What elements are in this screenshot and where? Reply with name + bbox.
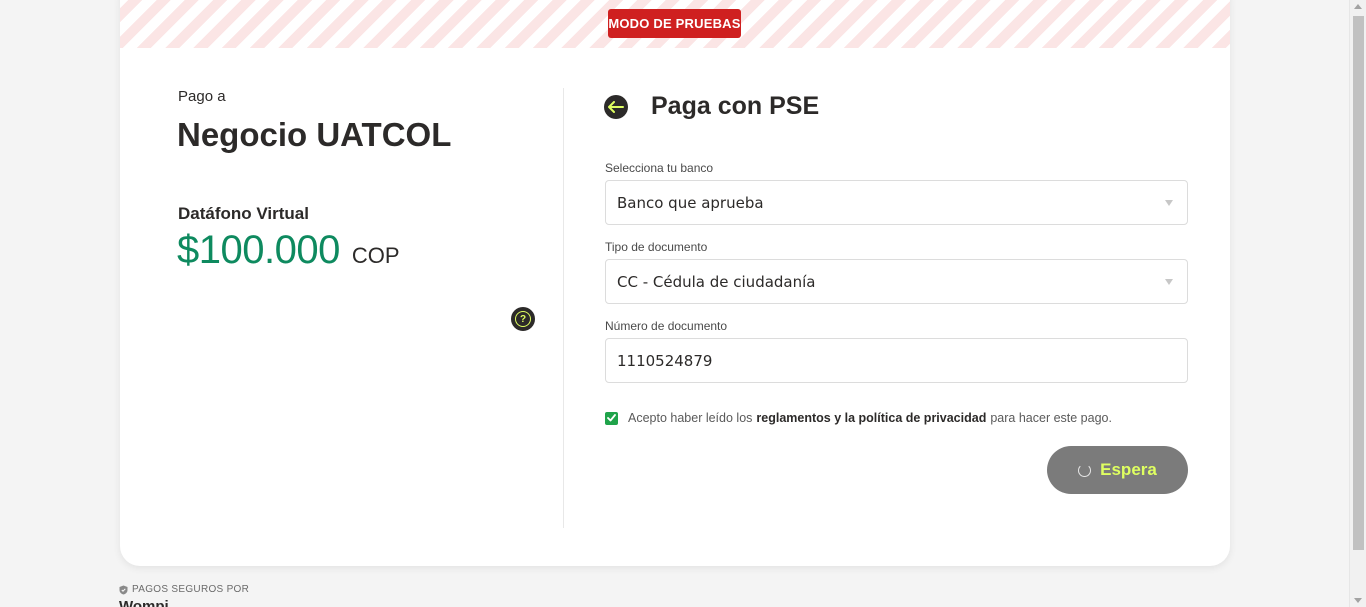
- submit-label: Espera: [1100, 460, 1157, 479]
- doc-type-select-value: CC - Cédula de ciudadanía: [617, 272, 816, 291]
- merchant-name: Negocio UATCOL: [177, 116, 452, 153]
- question-circle-icon[interactable]: ?: [511, 307, 535, 331]
- secure-payments-text: PAGOS SEGUROS POR: [132, 584, 250, 595]
- doc-number-value: 1110524879: [617, 351, 713, 370]
- chevron-down-icon: [1165, 279, 1173, 285]
- scrollbar-thumb[interactable]: [1353, 16, 1364, 550]
- bank-select-value: Banco que aprueba: [617, 193, 764, 212]
- bank-select[interactable]: Banco que aprueba: [605, 180, 1188, 225]
- scroll-up-icon[interactable]: [1354, 4, 1362, 9]
- secure-payments-label: PAGOS SEGUROS POR: [119, 584, 249, 595]
- consent-row: Acepto haber leído los reglamentos y la …: [605, 411, 1116, 425]
- bank-label: Selecciona tu banco: [605, 161, 714, 175]
- shield-icon: [119, 585, 128, 594]
- spinner-icon: [1078, 463, 1092, 477]
- checkout-card: MODO DE PRUEBAS Pago a Negocio UATCOL Da…: [120, 0, 1230, 566]
- privacy-policy-link[interactable]: reglamentos y la política de privacidad: [756, 411, 986, 425]
- amount-value: $100.000: [177, 228, 340, 272]
- column-divider: [563, 88, 564, 528]
- amount-row: $100.000 COP: [177, 228, 400, 273]
- doc-number-input[interactable]: 1110524879: [605, 338, 1188, 383]
- consent-prefix: Acepto haber leído los: [628, 411, 753, 425]
- scroll-down-icon[interactable]: [1354, 598, 1362, 603]
- currency-code: COP: [351, 243, 400, 268]
- doc-number-label: Número de documento: [605, 319, 728, 333]
- doc-type-label: Tipo de documento: [605, 240, 708, 254]
- chevron-down-icon: [1165, 200, 1173, 206]
- arrow-left-icon[interactable]: [604, 95, 628, 119]
- pay-to-label: Pago a: [178, 88, 226, 105]
- product-name: Datáfono Virtual: [178, 204, 309, 223]
- test-mode-badge: MODO DE PRUEBAS: [608, 9, 741, 38]
- brand-name: Wompi: [119, 598, 169, 607]
- submit-button[interactable]: Espera: [1047, 446, 1188, 494]
- payment-method-title: Paga con PSE: [651, 92, 820, 120]
- consent-checkbox[interactable]: [605, 411, 618, 425]
- scrollbar[interactable]: [1349, 0, 1366, 607]
- consent-suffix: para hacer este pago.: [990, 411, 1112, 425]
- doc-type-select[interactable]: CC - Cédula de ciudadanía: [605, 259, 1188, 304]
